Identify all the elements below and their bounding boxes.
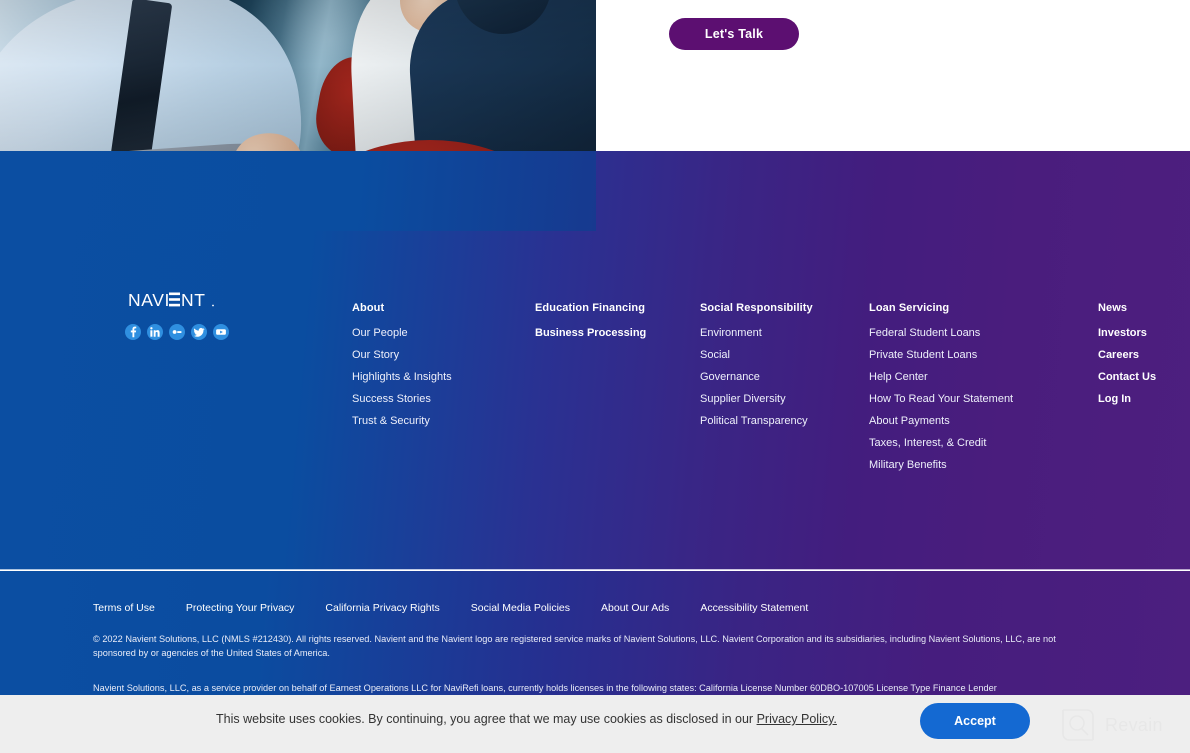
footer-link-environment[interactable]: Environment bbox=[700, 327, 813, 339]
revain-wordmark: Revain bbox=[1105, 714, 1163, 735]
footer-heading-social-responsibility[interactable]: Social Responsibility bbox=[700, 302, 813, 314]
legal-link-accessibility-statement[interactable]: Accessibility Statement bbox=[700, 602, 808, 614]
page-root: Let's Talk NAVI NT About Our People Our … bbox=[0, 0, 1190, 753]
footer-link-how-to-read-your-statement[interactable]: How To Read Your Statement bbox=[869, 393, 1013, 405]
revain-logo-icon bbox=[1062, 709, 1094, 741]
footer-link-supplier-diversity[interactable]: Supplier Diversity bbox=[700, 393, 813, 405]
footer-column-social-responsibility: Social Responsibility Environment Social… bbox=[700, 302, 813, 437]
footer-link-highlights-insights[interactable]: Highlights & Insights bbox=[352, 371, 452, 383]
footer-link-careers[interactable]: Careers bbox=[1098, 349, 1156, 361]
footer-link-investors[interactable]: Investors bbox=[1098, 327, 1156, 339]
footer-link-political-transparency[interactable]: Political Transparency bbox=[700, 415, 813, 427]
footer-link-taxes-interest-credit[interactable]: Taxes, Interest, & Credit bbox=[869, 437, 1013, 449]
legal-link-terms-of-use[interactable]: Terms of Use bbox=[93, 602, 155, 614]
legal-link-california-privacy-rights[interactable]: California Privacy Rights bbox=[325, 602, 439, 614]
footer-column-about: About Our People Our Story Highlights & … bbox=[352, 302, 452, 437]
footer-link-federal-student-loans[interactable]: Federal Student Loans bbox=[869, 327, 1013, 339]
legal-links: Terms of Use Protecting Your Privacy Cal… bbox=[93, 602, 839, 614]
legal-copyright-text: © 2022 Navient Solutions, LLC (NMLS #212… bbox=[93, 634, 1056, 658]
legal-link-social-media-policies[interactable]: Social Media Policies bbox=[471, 602, 570, 614]
social-links bbox=[125, 324, 229, 340]
revain-watermark: Revain bbox=[1060, 707, 1163, 743]
glassdoor-icon[interactable] bbox=[169, 324, 185, 340]
footer-link-private-student-loans[interactable]: Private Student Loans bbox=[869, 349, 1013, 361]
footer-heading-about[interactable]: About bbox=[352, 302, 452, 314]
footer-heading-loan-servicing[interactable]: Loan Servicing bbox=[869, 302, 1013, 314]
footer-link-military-benefits[interactable]: Military Benefits bbox=[869, 459, 1013, 471]
twitter-icon[interactable] bbox=[191, 324, 207, 340]
svg-text:NT: NT bbox=[181, 291, 206, 310]
youtube-icon[interactable] bbox=[213, 324, 229, 340]
footer-column-loan-servicing: Loan Servicing Federal Student Loans Pri… bbox=[869, 302, 1013, 481]
cookie-message: This website uses cookies. By continuing… bbox=[216, 712, 837, 726]
footer-link-governance[interactable]: Governance bbox=[700, 371, 813, 383]
footer-link-our-story[interactable]: Our Story bbox=[352, 349, 452, 361]
lets-talk-button[interactable]: Let's Talk bbox=[669, 18, 799, 50]
footer-link-about-payments[interactable]: About Payments bbox=[869, 415, 1013, 427]
footer-link-trust-security[interactable]: Trust & Security bbox=[352, 415, 452, 427]
footer-divider bbox=[0, 569, 1190, 571]
footer-link-log-in[interactable]: Log In bbox=[1098, 393, 1156, 405]
footer-link-success-stories[interactable]: Success Stories bbox=[352, 393, 452, 405]
privacy-policy-link[interactable]: Privacy Policy. bbox=[757, 712, 837, 726]
footer-link-business-processing[interactable]: Business Processing bbox=[535, 327, 646, 339]
footer-column-corporate: News Investors Careers Contact Us Log In bbox=[1098, 302, 1156, 415]
legal-link-about-our-ads[interactable]: About Our Ads bbox=[601, 602, 669, 614]
footer-heading-education-financing[interactable]: Education Financing bbox=[535, 302, 646, 314]
facebook-icon[interactable] bbox=[125, 324, 141, 340]
legal-licensing-text: Navient Solutions, LLC, as a service pro… bbox=[93, 683, 997, 693]
footer-column-education-financing: Education Financing Business Processing bbox=[535, 302, 646, 349]
navient-logo[interactable]: NAVI NT bbox=[128, 291, 226, 310]
legal-link-protecting-your-privacy[interactable]: Protecting Your Privacy bbox=[186, 602, 295, 614]
footer-link-help-center[interactable]: Help Center bbox=[869, 371, 1013, 383]
footer-link-our-people[interactable]: Our People bbox=[352, 327, 452, 339]
footer-gradient-left-block bbox=[0, 151, 596, 231]
svg-text:NAVI: NAVI bbox=[128, 291, 170, 310]
footer-link-social[interactable]: Social bbox=[700, 349, 813, 361]
footer-link-contact-us[interactable]: Contact Us bbox=[1098, 371, 1156, 383]
footer-heading-news[interactable]: News bbox=[1098, 302, 1156, 314]
accept-cookies-button[interactable]: Accept bbox=[920, 703, 1030, 739]
cookie-message-text: This website uses cookies. By continuing… bbox=[216, 712, 757, 726]
linkedin-icon[interactable] bbox=[147, 324, 163, 340]
